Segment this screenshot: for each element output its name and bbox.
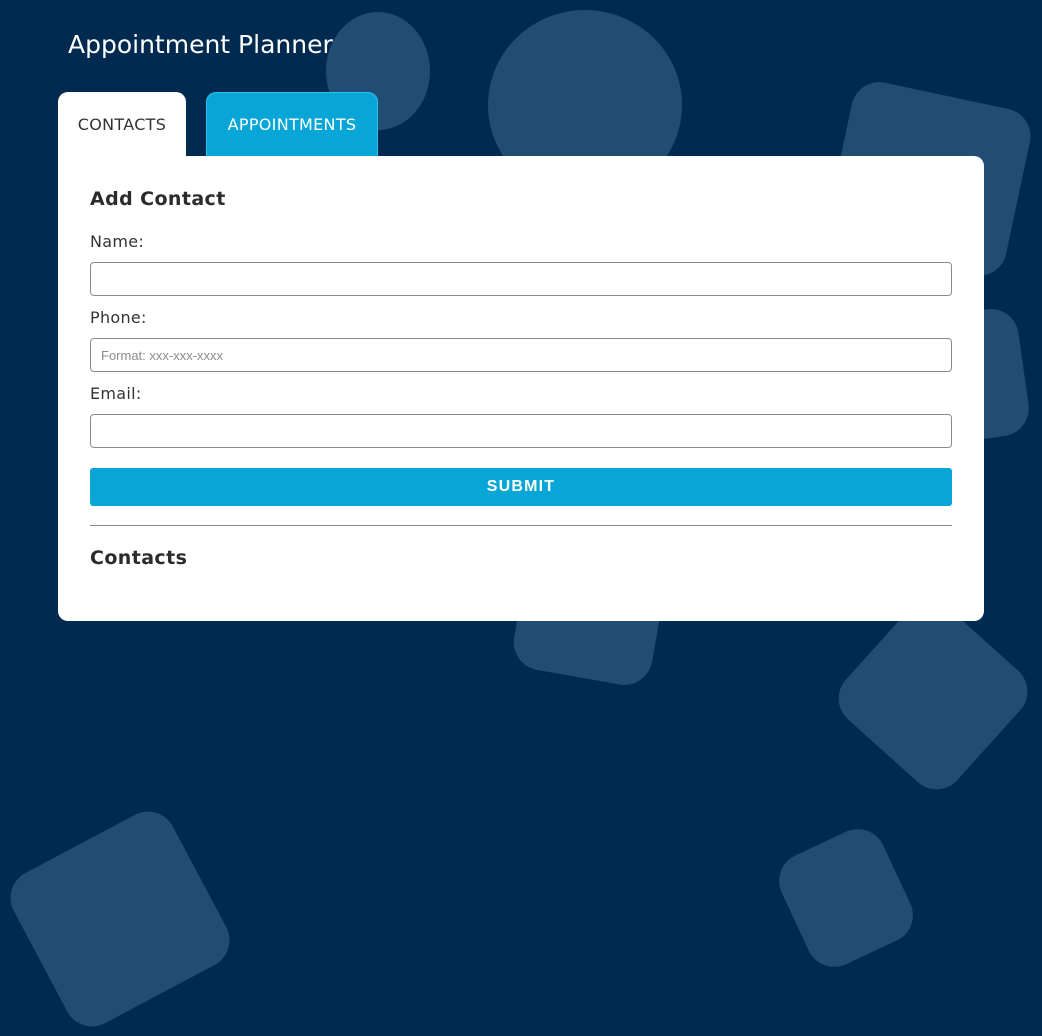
phone-label: Phone: [90, 308, 147, 327]
add-contact-heading: Add Contact [90, 188, 226, 210]
background-shape [0, 801, 240, 1036]
tab-contacts-label: CONTACTS [77, 114, 167, 134]
name-label: Name: [90, 232, 145, 251]
email-field[interactable] [90, 414, 952, 448]
tab-appointments[interactable]: APPOINTMENTS [206, 92, 378, 156]
phone-field[interactable] [90, 338, 952, 372]
background-shape [769, 819, 923, 977]
submit-button[interactable]: SUBMIT [90, 468, 952, 506]
contacts-heading: Contacts [90, 547, 188, 569]
app-title: Appointment Planner [68, 30, 333, 59]
contacts-panel: Add Contact Name: Phone: Email: SUBMIT C… [58, 156, 984, 621]
section-divider [90, 525, 952, 526]
tab-contacts[interactable]: CONTACTS [58, 92, 186, 156]
tab-appointments-label: APPOINTMENTS [227, 115, 357, 134]
email-label: Email: [90, 384, 142, 403]
name-field[interactable] [90, 262, 952, 296]
